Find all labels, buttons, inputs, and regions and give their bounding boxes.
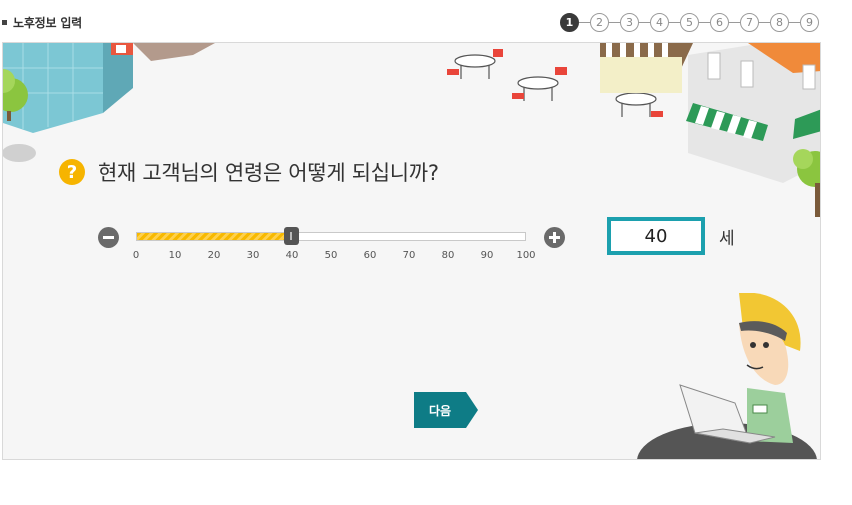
minus-icon [103, 236, 114, 239]
next-button[interactable]: 다음 [414, 392, 479, 428]
step-connector [699, 22, 710, 23]
slider-tick-label: 50 [324, 250, 338, 261]
slider-tick-label: 80 [441, 250, 455, 261]
slider-tick-label: 100 [516, 250, 536, 261]
question: ? 현재 고객님의 연령은 어떻게 되십니까? [59, 157, 439, 187]
slider-tick-label: 10 [168, 250, 182, 261]
slider-tick-label: 30 [246, 250, 260, 261]
page-header: 노후정보 입력 1 2 3 4 5 6 7 8 9 [0, 0, 852, 42]
question-text: 현재 고객님의 연령은 어떻게 되십니까? [98, 161, 439, 185]
slider-tick-label: 40 [285, 250, 299, 261]
age-slider-fill [137, 233, 293, 240]
step-5: 5 [680, 13, 699, 32]
step-2: 2 [590, 13, 609, 32]
step-indicator: 1 2 3 4 5 6 7 8 9 [560, 13, 819, 32]
title-bullet-icon [2, 20, 7, 25]
step-1: 1 [560, 13, 579, 32]
step-connector [579, 22, 590, 23]
question-icon: ? [59, 159, 85, 185]
character-illustration [637, 293, 817, 459]
slider-tick-label: 90 [480, 250, 494, 261]
step-8: 8 [770, 13, 789, 32]
step-connector [609, 22, 620, 23]
step-9: 9 [800, 13, 819, 32]
slider-tick-label: 70 [402, 250, 416, 261]
title-wrap: 노후정보 입력 [2, 14, 82, 31]
slider-ticks: 0 10 20 30 40 50 60 70 80 90 100 [132, 250, 536, 264]
step-connector [669, 22, 680, 23]
town-illustration [3, 43, 820, 217]
age-slider-handle[interactable] [284, 227, 300, 245]
age-field[interactable] [607, 217, 705, 255]
step-4: 4 [650, 13, 669, 32]
step-7: 7 [740, 13, 759, 32]
step-connector [759, 22, 770, 23]
decrease-button[interactable] [98, 227, 119, 248]
step-connector [639, 22, 650, 23]
page-title: 노후정보 입력 [13, 16, 83, 30]
input-panel: ? 현재 고객님의 연령은 어떻게 되십니까? 0 10 20 30 40 50 60 70 8… [2, 42, 821, 460]
plus-icon [553, 232, 556, 243]
step-connector [729, 22, 740, 23]
age-slider-track[interactable] [136, 227, 526, 245]
slider-tick-label: 60 [363, 250, 377, 261]
step-6: 6 [710, 13, 729, 32]
next-button-label: 다음 [428, 403, 452, 418]
increase-button[interactable] [544, 227, 565, 248]
slider-tick-label: 0 [132, 250, 140, 261]
slider-tick-label: 20 [207, 250, 221, 261]
step-connector [789, 22, 800, 23]
age-input[interactable] [611, 221, 701, 251]
age-unit: 세 [719, 229, 735, 249]
step-3: 3 [620, 13, 639, 32]
